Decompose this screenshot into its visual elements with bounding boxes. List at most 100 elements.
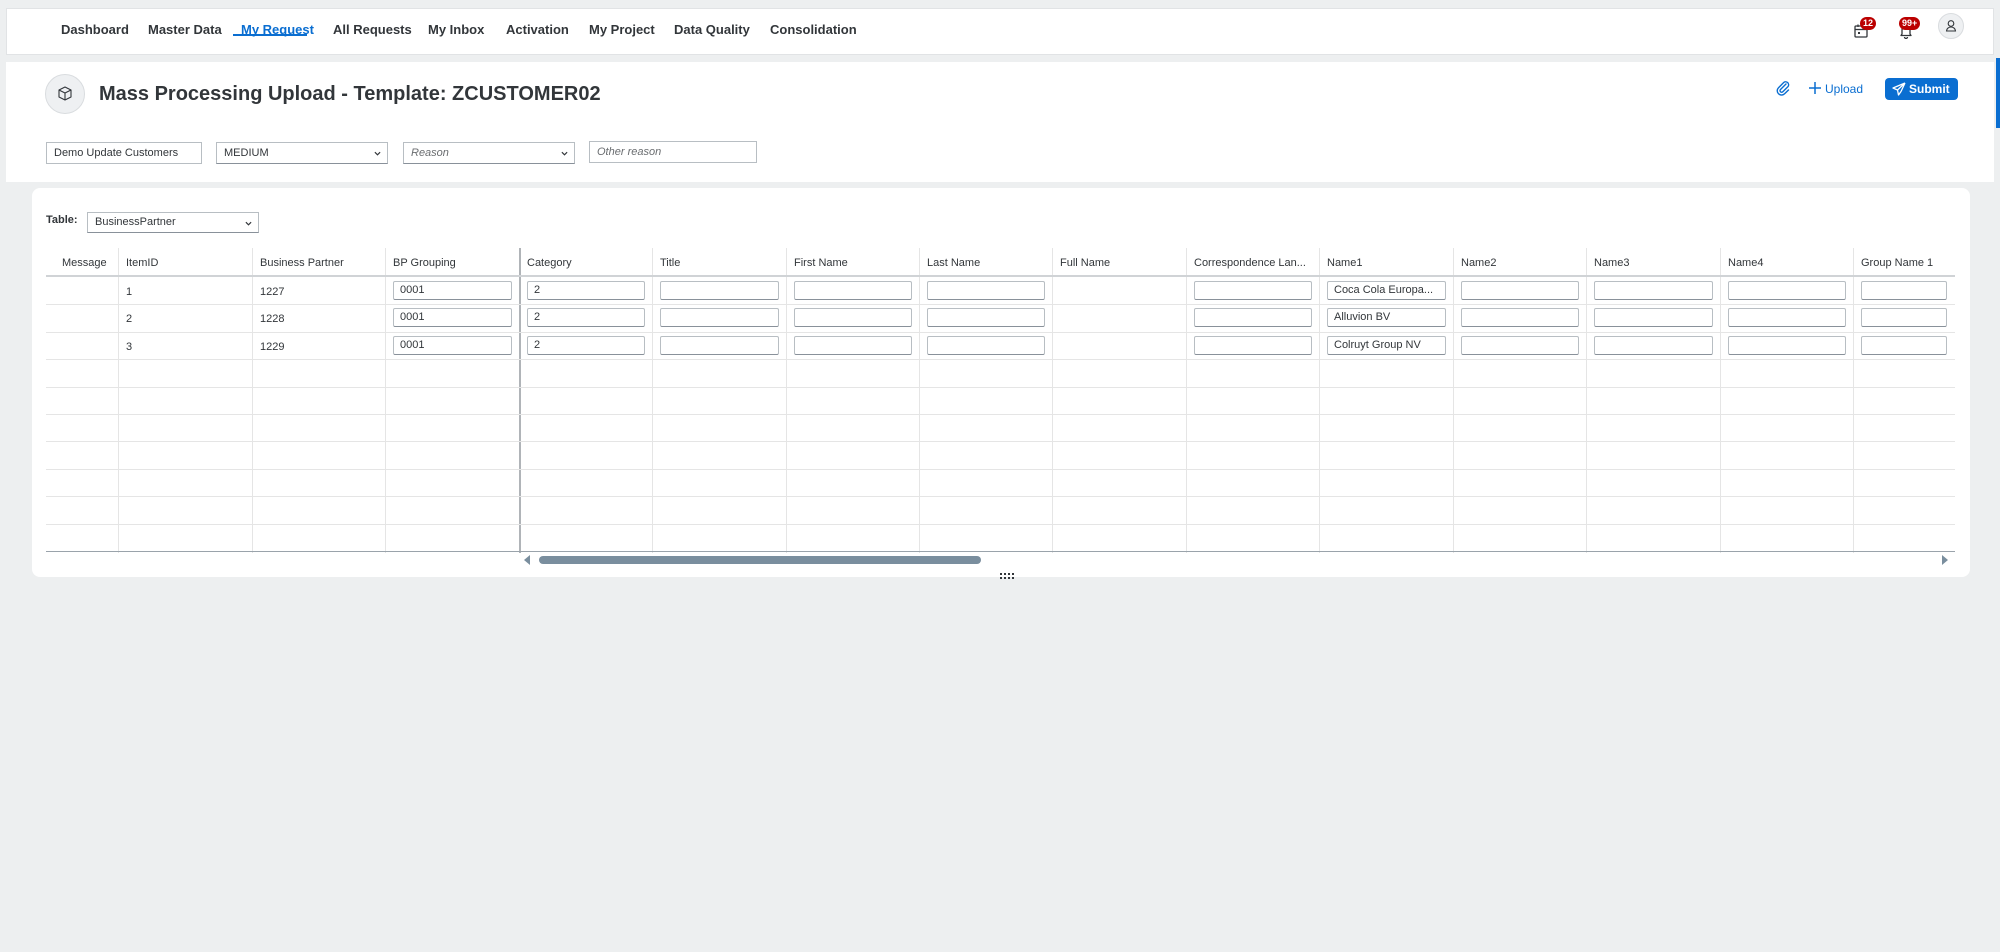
table-selector-value: BusinessPartner (95, 216, 176, 228)
paper-plane-icon (1892, 82, 1906, 96)
other-reason-input[interactable]: Other reason (589, 141, 757, 163)
column-header-title[interactable]: Title (653, 253, 787, 275)
cell-business-partner: 1229 (260, 341, 285, 353)
cell-bp-grouping-input[interactable]: 0001 (393, 308, 512, 327)
cell-name2-input[interactable] (1461, 336, 1579, 355)
cell-name4-input[interactable] (1728, 281, 1846, 300)
nav-activation[interactable]: Activation (506, 22, 569, 38)
cell-name2-input[interactable] (1461, 308, 1579, 327)
cell-name3-input[interactable] (1594, 308, 1713, 327)
row-divider (46, 524, 1955, 525)
cell-last-name-input[interactable] (927, 336, 1045, 355)
side-panel-handle[interactable] (1996, 58, 2000, 128)
cell-correspondence-language-input[interactable] (1194, 336, 1312, 355)
cell-correspondence-language-input[interactable] (1194, 281, 1312, 300)
cell-group-name-1-input[interactable] (1861, 336, 1947, 355)
page-title: Mass Processing Upload - Template: ZCUST… (99, 83, 601, 105)
cell-category-input[interactable]: 2 (527, 336, 645, 355)
cell-name1-input[interactable]: Coca Cola Europa... (1327, 281, 1446, 300)
cell-business-partner: 1227 (260, 286, 285, 298)
column-header-message[interactable]: Message (46, 253, 119, 275)
submit-button[interactable]: Submit (1885, 78, 1958, 100)
cell-first-name-input[interactable] (794, 336, 912, 355)
scroll-right-arrow[interactable] (1942, 555, 1948, 565)
column-header-name2[interactable]: Name2 (1454, 253, 1587, 275)
column-header-group-name-1[interactable]: Group Name 1 (1854, 253, 1955, 275)
reason-placeholder: Reason (411, 147, 449, 159)
column-header-correspondence-language[interactable]: Correspondence Lan... (1187, 253, 1320, 275)
cell-first-name-input[interactable] (794, 281, 912, 300)
object-header (6, 62, 1994, 182)
cell-category-input[interactable]: 2 (527, 308, 645, 327)
cell-name3-input[interactable] (1594, 336, 1713, 355)
object-avatar (45, 74, 85, 114)
calendar-badge: 12 (1860, 17, 1877, 30)
cell-group-name-1-input[interactable] (1861, 308, 1947, 327)
upload-button[interactable]: Upload (1808, 79, 1863, 99)
row-divider (46, 441, 1955, 442)
column-header-name1[interactable]: Name1 (1320, 253, 1454, 275)
nav-all-requests[interactable]: All Requests (333, 22, 412, 38)
cell-item-id: 2 (126, 313, 133, 325)
chevron-down-icon (561, 151, 568, 156)
nav-data-quality[interactable]: Data Quality (674, 22, 750, 38)
table-selector-label: Table: (46, 214, 78, 226)
resize-grip-icon[interactable] (1000, 567, 1014, 579)
horizontal-scroll-thumb[interactable] (539, 556, 981, 564)
column-header-full-name[interactable]: Full Name (1053, 253, 1187, 275)
plus-icon (1809, 82, 1821, 94)
cell-category-input[interactable]: 2 (527, 281, 645, 300)
priority-select[interactable]: MEDIUM (216, 142, 388, 164)
notifications-badge: 99+ (1899, 17, 1921, 30)
reason-select[interactable]: Reason (403, 142, 575, 164)
row-divider (46, 387, 1955, 388)
nav-my-inbox[interactable]: My Inbox (428, 22, 484, 38)
shell-bar: Dashboard Master Data My Request All Req… (6, 8, 1994, 55)
cell-title-input[interactable] (660, 281, 779, 300)
column-header-name3[interactable]: Name3 (1587, 253, 1721, 275)
upload-label: Upload (1825, 82, 1864, 96)
row-divider (46, 469, 1955, 470)
chevron-down-icon (374, 151, 381, 156)
cell-name1-input[interactable]: Alluvion BV (1327, 308, 1446, 327)
cell-item-id: 3 (126, 341, 133, 353)
column-header-bp-grouping[interactable]: BP Grouping (386, 253, 520, 275)
cell-title-input[interactable] (660, 336, 779, 355)
table-selector[interactable]: BusinessPartner (87, 212, 259, 233)
cell-name2-input[interactable] (1461, 281, 1579, 300)
cell-name4-input[interactable] (1728, 308, 1846, 327)
row-divider (46, 551, 1955, 552)
nav-my-project[interactable]: My Project (589, 22, 655, 38)
cell-first-name-input[interactable] (794, 308, 912, 327)
column-header-name4[interactable]: Name4 (1721, 253, 1854, 275)
description-field[interactable]: Demo Update Customers (46, 142, 202, 164)
nav-dashboard[interactable]: Dashboard (61, 22, 129, 38)
cell-correspondence-language-input[interactable] (1194, 308, 1312, 327)
column-header-first-name[interactable]: First Name (787, 253, 920, 275)
nav-consolidation[interactable]: Consolidation (770, 22, 857, 38)
cell-name1-input[interactable]: Colruyt Group NV (1327, 336, 1446, 355)
nav-master-data[interactable]: Master Data (148, 22, 222, 38)
user-avatar[interactable] (1938, 13, 1964, 39)
submit-label: Submit (1909, 82, 1950, 96)
cell-bp-grouping-input[interactable]: 0001 (393, 336, 512, 355)
priority-value: MEDIUM (224, 147, 269, 159)
cell-title-input[interactable] (660, 308, 779, 327)
attach-button[interactable] (1774, 79, 1794, 99)
cell-item-id: 1 (126, 286, 133, 298)
column-header-item-id[interactable]: ItemID (119, 253, 253, 275)
cell-bp-grouping-input[interactable]: 0001 (393, 281, 512, 300)
cell-group-name-1-input[interactable] (1861, 281, 1947, 300)
paperclip-icon (1776, 81, 1790, 96)
column-header-category[interactable]: Category (520, 253, 653, 275)
row-divider (46, 414, 1955, 415)
cell-name3-input[interactable] (1594, 281, 1713, 300)
table-card (32, 188, 1970, 577)
cell-last-name-input[interactable] (927, 281, 1045, 300)
column-header-last-name[interactable]: Last Name (920, 253, 1053, 275)
cell-name4-input[interactable] (1728, 336, 1846, 355)
cell-last-name-input[interactable] (927, 308, 1045, 327)
column-header-business-partner[interactable]: Business Partner (253, 253, 386, 275)
cell-business-partner: 1228 (260, 313, 285, 325)
user-icon (1945, 20, 1957, 32)
